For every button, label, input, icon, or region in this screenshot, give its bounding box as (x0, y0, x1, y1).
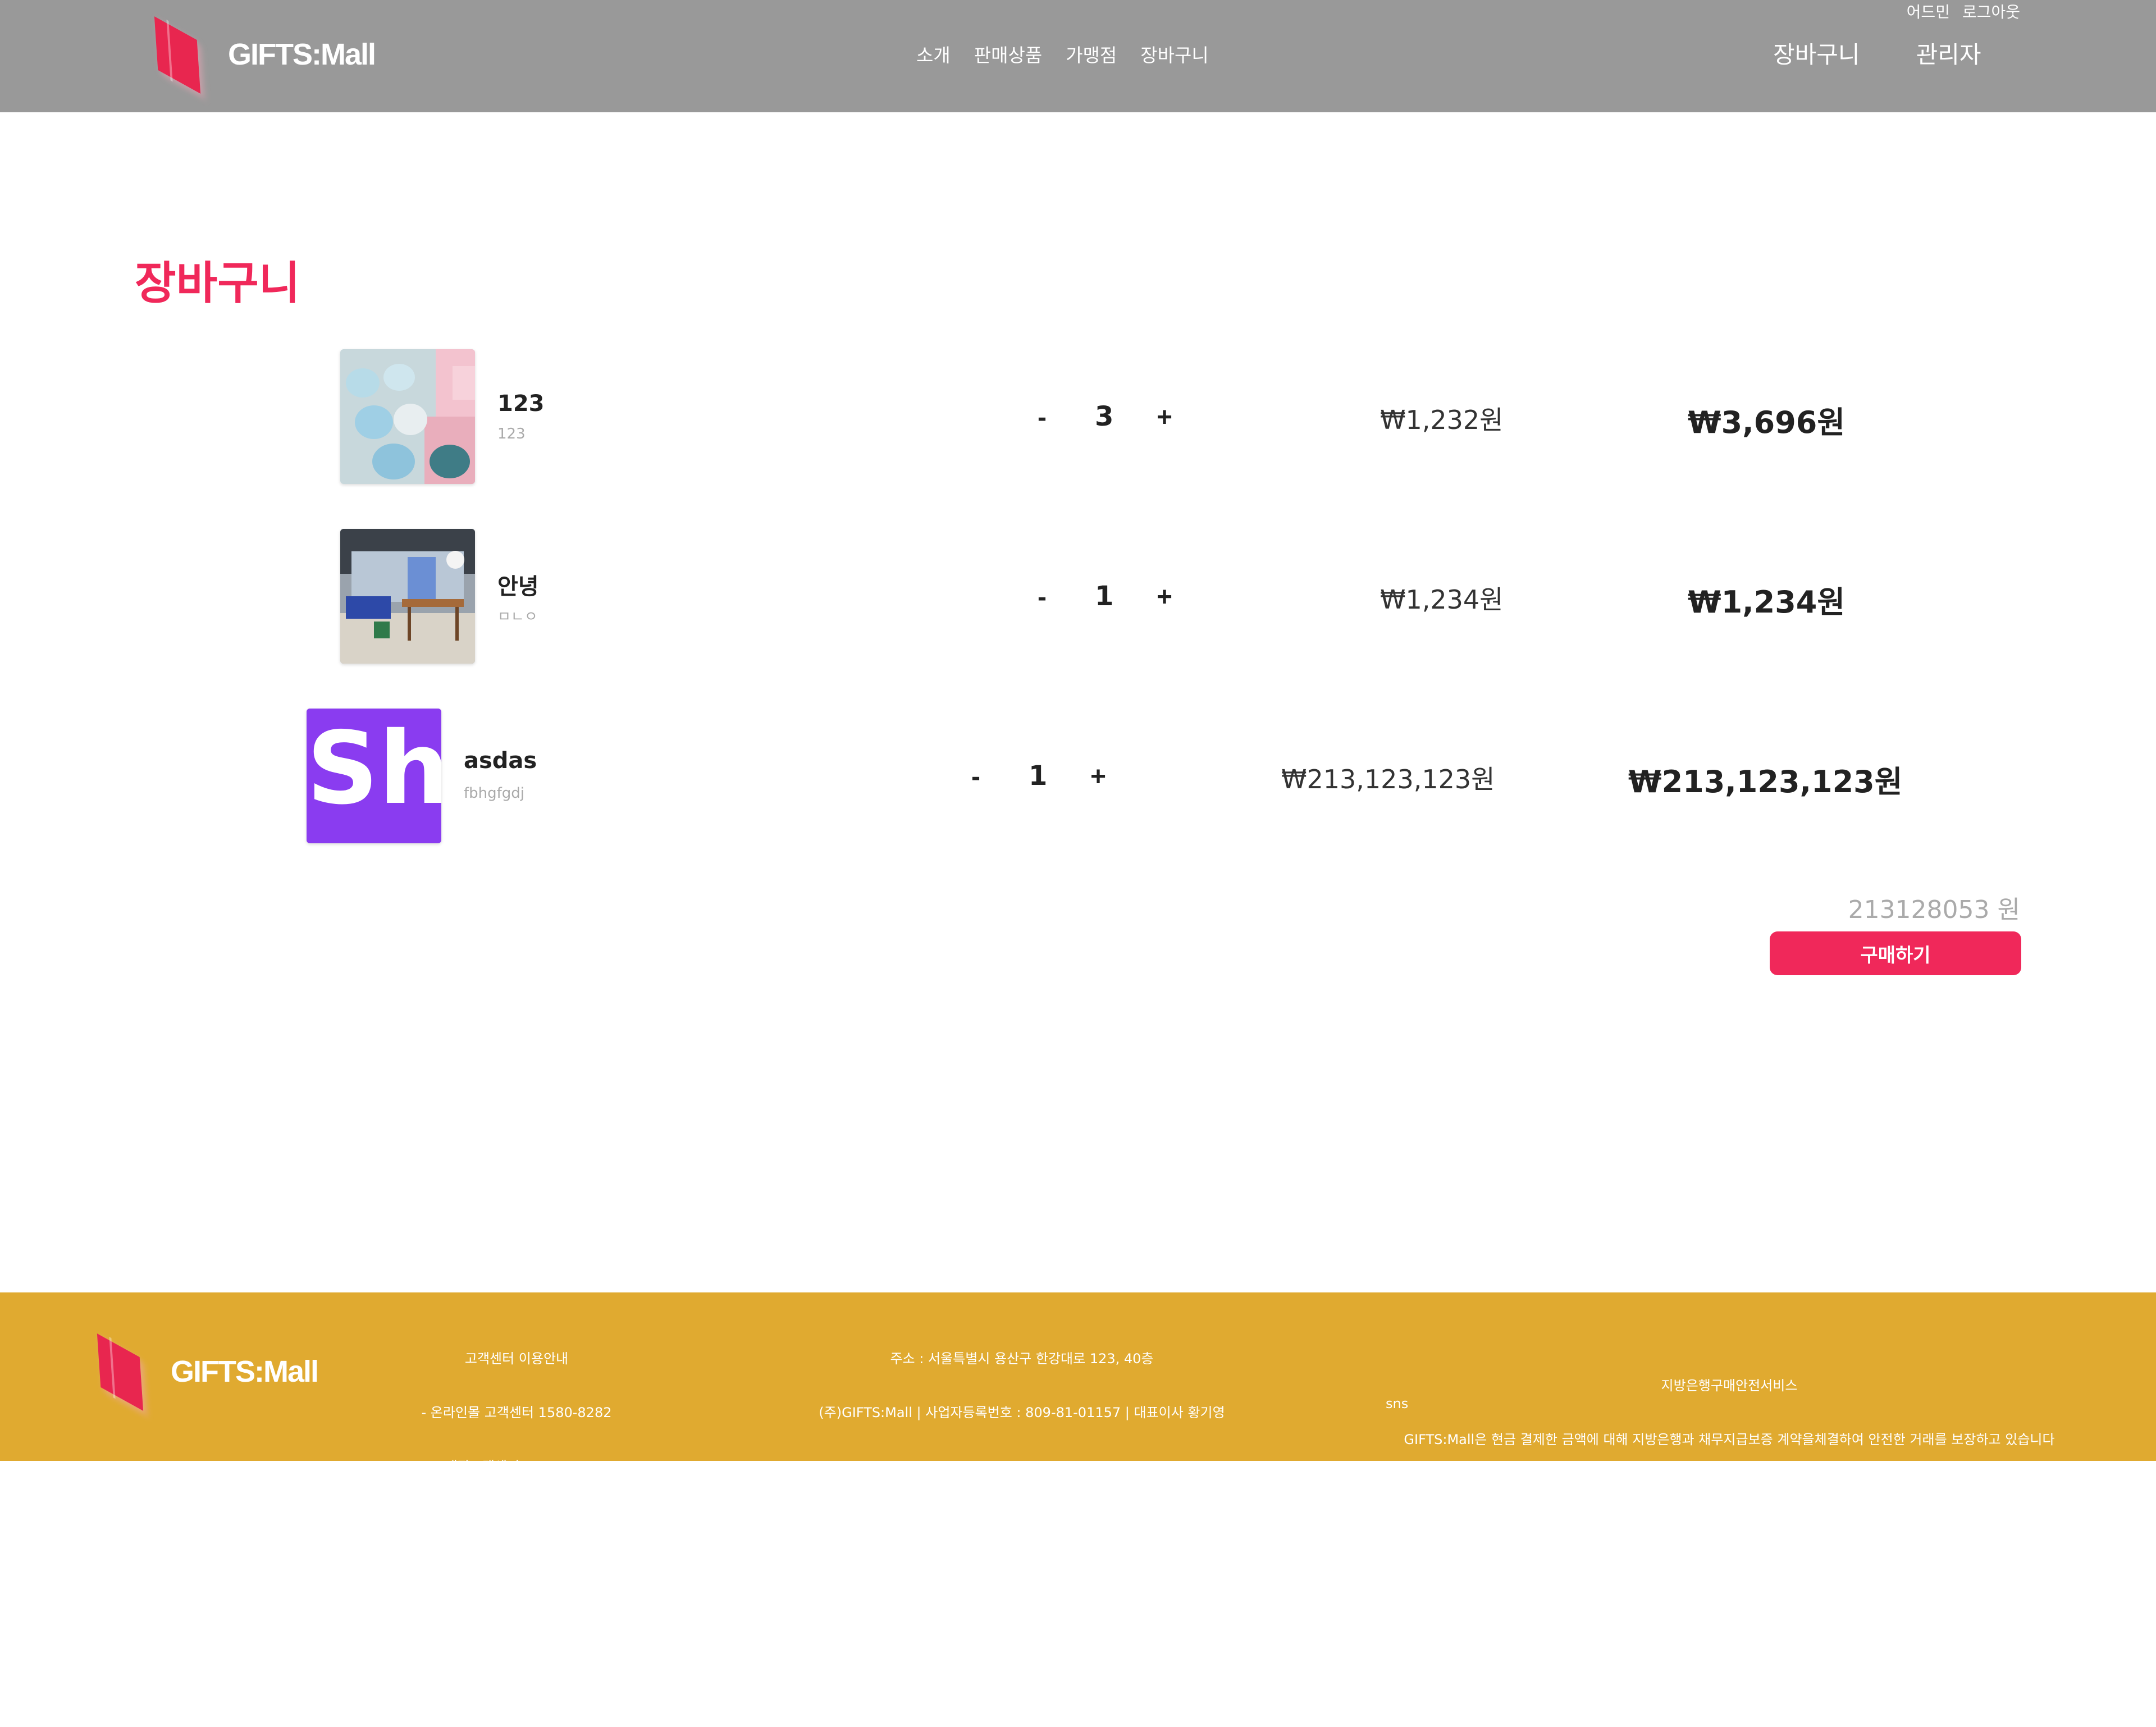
main-nav: 소개 판매상품 가맹점 장바구니 (916, 40, 1209, 67)
company-spacer (707, 1565, 1336, 1583)
product-name: asdas (464, 748, 537, 774)
footer-logo-text: GIFTS:Mall (171, 1355, 319, 1388)
product-name: 안녕 (497, 574, 539, 600)
cart-item-row: Sh asdas fbhgfgdj - 1 + ₩213,123,123원 ₩2… (0, 709, 2156, 843)
company-phones: 본사 대표전화 : 02-123-4567 | GIFTS:Mall 가맹상담전… (801, 1620, 1243, 1636)
nav-intro[interactable]: 소개 (916, 40, 951, 67)
increase-qty-button[interactable]: + (1090, 761, 1106, 792)
line-total: ₩3,696원 (1688, 405, 1846, 440)
cart-item-row: 123 123 - 3 + ₩1,232원 ₩3,696원 (0, 349, 2156, 484)
product-name: 123 (497, 391, 545, 417)
product-image[interactable]: Sh (307, 709, 441, 843)
increase-qty-button[interactable]: + (1157, 582, 1172, 613)
sns-label[interactable]: sns (1386, 1395, 1408, 1413)
unit-price: ₩1,234원 (1380, 584, 1504, 615)
header: GIFTS:Mall 소개 판매상품 가맹점 장바구니 어드민 로그아웃 장바구… (0, 0, 2156, 112)
product-desc: 123 (497, 426, 526, 442)
product-desc: fbhgfgdj (464, 785, 525, 802)
safety-title: 지방은행구매안전서비스 (1661, 1378, 1798, 1394)
product-desc: ㅁㄴㅇ (497, 609, 538, 625)
decrease-qty-button[interactable]: - (971, 761, 980, 792)
page-title: 장바구니 (135, 257, 300, 309)
cs-spacer (359, 1565, 674, 1583)
logout-link[interactable]: 로그아웃 (1962, 0, 2020, 22)
copyright: COPYRIGHTⓒ 2024 GIFTS:MALL KOREA INC. AL… (794, 1674, 1250, 1690)
nav-products[interactable]: 판매상품 (974, 40, 1042, 67)
company-info: 주소 : 서울특별시 용산구 한강대로 123, 40층 (주)GIFTS:Ma… (707, 1314, 1336, 1727)
gift-box-logo-icon (147, 16, 231, 98)
sh-graphic-text: Sh (307, 710, 441, 826)
company-registration: (주)GIFTS:Mall | 사업자등록번호 : 809-81-01157 |… (819, 1405, 1225, 1420)
line-total: ₩1,234원 (1688, 584, 1846, 620)
company-spacer (707, 1458, 1336, 1475)
purchase-button[interactable]: 구매하기 (1770, 931, 2021, 975)
footer-logo[interactable]: GIFTS:Mall (90, 1333, 319, 1415)
quantity-value: 1 (1029, 760, 1048, 792)
logo-text: GIFTS:Mall (228, 38, 376, 71)
cs-processing: 업무가 시작되면 바로 처리해드립니다. (409, 1674, 624, 1690)
company-address: 주소 : 서울특별시 용산구 한강대로 123, 40층 (890, 1351, 1154, 1367)
safety-desc: GIFTS:Mall은 현금 결제한 금액에 대해 지방은행과 채무지급보증 계… (1404, 1432, 2055, 1447)
nav-franchise[interactable]: 가맹점 (1066, 40, 1117, 67)
decrease-qty-button[interactable]: - (1038, 402, 1047, 433)
safety-service-info: 지방은행구매안전서비스 GIFTS:Mall은 현금 결제한 금액에 대해 지방… (1381, 1341, 2077, 1538)
policy-links[interactable]: 개인정보처리방침 | 이용약관.법적고지 | 청소년보호방침 | 이메일무단수집… (707, 1511, 1336, 1529)
cs-title: 고객센터 이용안내 (464, 1351, 569, 1367)
cart-link[interactable]: 장바구니 (1773, 36, 1860, 70)
product-image[interactable] (340, 349, 475, 484)
unit-price: ₩213,123,123원 (1281, 764, 1495, 794)
line-total: ₩213,123,123원 (1628, 764, 1903, 799)
customer-service-info: 고객센터 이용안내 - 온라인몰 고객센터 1580-8282 - 매장고객센터… (359, 1314, 674, 1727)
nav-cart[interactable]: 장바구니 (1140, 40, 1208, 67)
cs-weekend: 주말 및 공휴일은 1:1문의하기를 이용해주세요. (383, 1620, 650, 1636)
admin-link[interactable]: 어드민 (1907, 0, 1950, 22)
gift-box-logo-icon (90, 1333, 174, 1415)
cart-item-row: 안녕 ㅁㄴㅇ - 1 + ₩1,234원 ₩1,234원 (0, 529, 2156, 664)
increase-qty-button[interactable]: + (1157, 402, 1172, 433)
decrease-qty-button[interactable]: - (1038, 582, 1047, 613)
unit-price: ₩1,232원 (1380, 405, 1504, 435)
cs-hours: 고객센터 운영시간 [평일 09:00 - 18:00] (397, 1513, 636, 1528)
header-logo[interactable]: GIFTS:Mall (147, 16, 376, 98)
cs-store: - 매장고객센터 1577-8254 (436, 1459, 597, 1474)
footer: GIFTS:Mall 고객센터 이용안내 - 온라인몰 고객센터 1580-82… (0, 1292, 2156, 1690)
product-image[interactable] (340, 529, 475, 664)
safety-check-link[interactable]: 서비스 가입사실 확인 > (1381, 1484, 2077, 1502)
grand-total: 213128053 원 (1848, 896, 2020, 924)
auth-links: 어드민 로그아웃 (1907, 0, 2020, 22)
user-nav: 장바구니 관리자 (1773, 36, 1981, 70)
quantity-value: 1 (1095, 581, 1114, 612)
manager-link[interactable]: 관리자 (1916, 36, 1981, 70)
cs-online: - 온라인몰 고객센터 1580-8282 (421, 1405, 612, 1420)
quantity-value: 3 (1095, 401, 1114, 432)
